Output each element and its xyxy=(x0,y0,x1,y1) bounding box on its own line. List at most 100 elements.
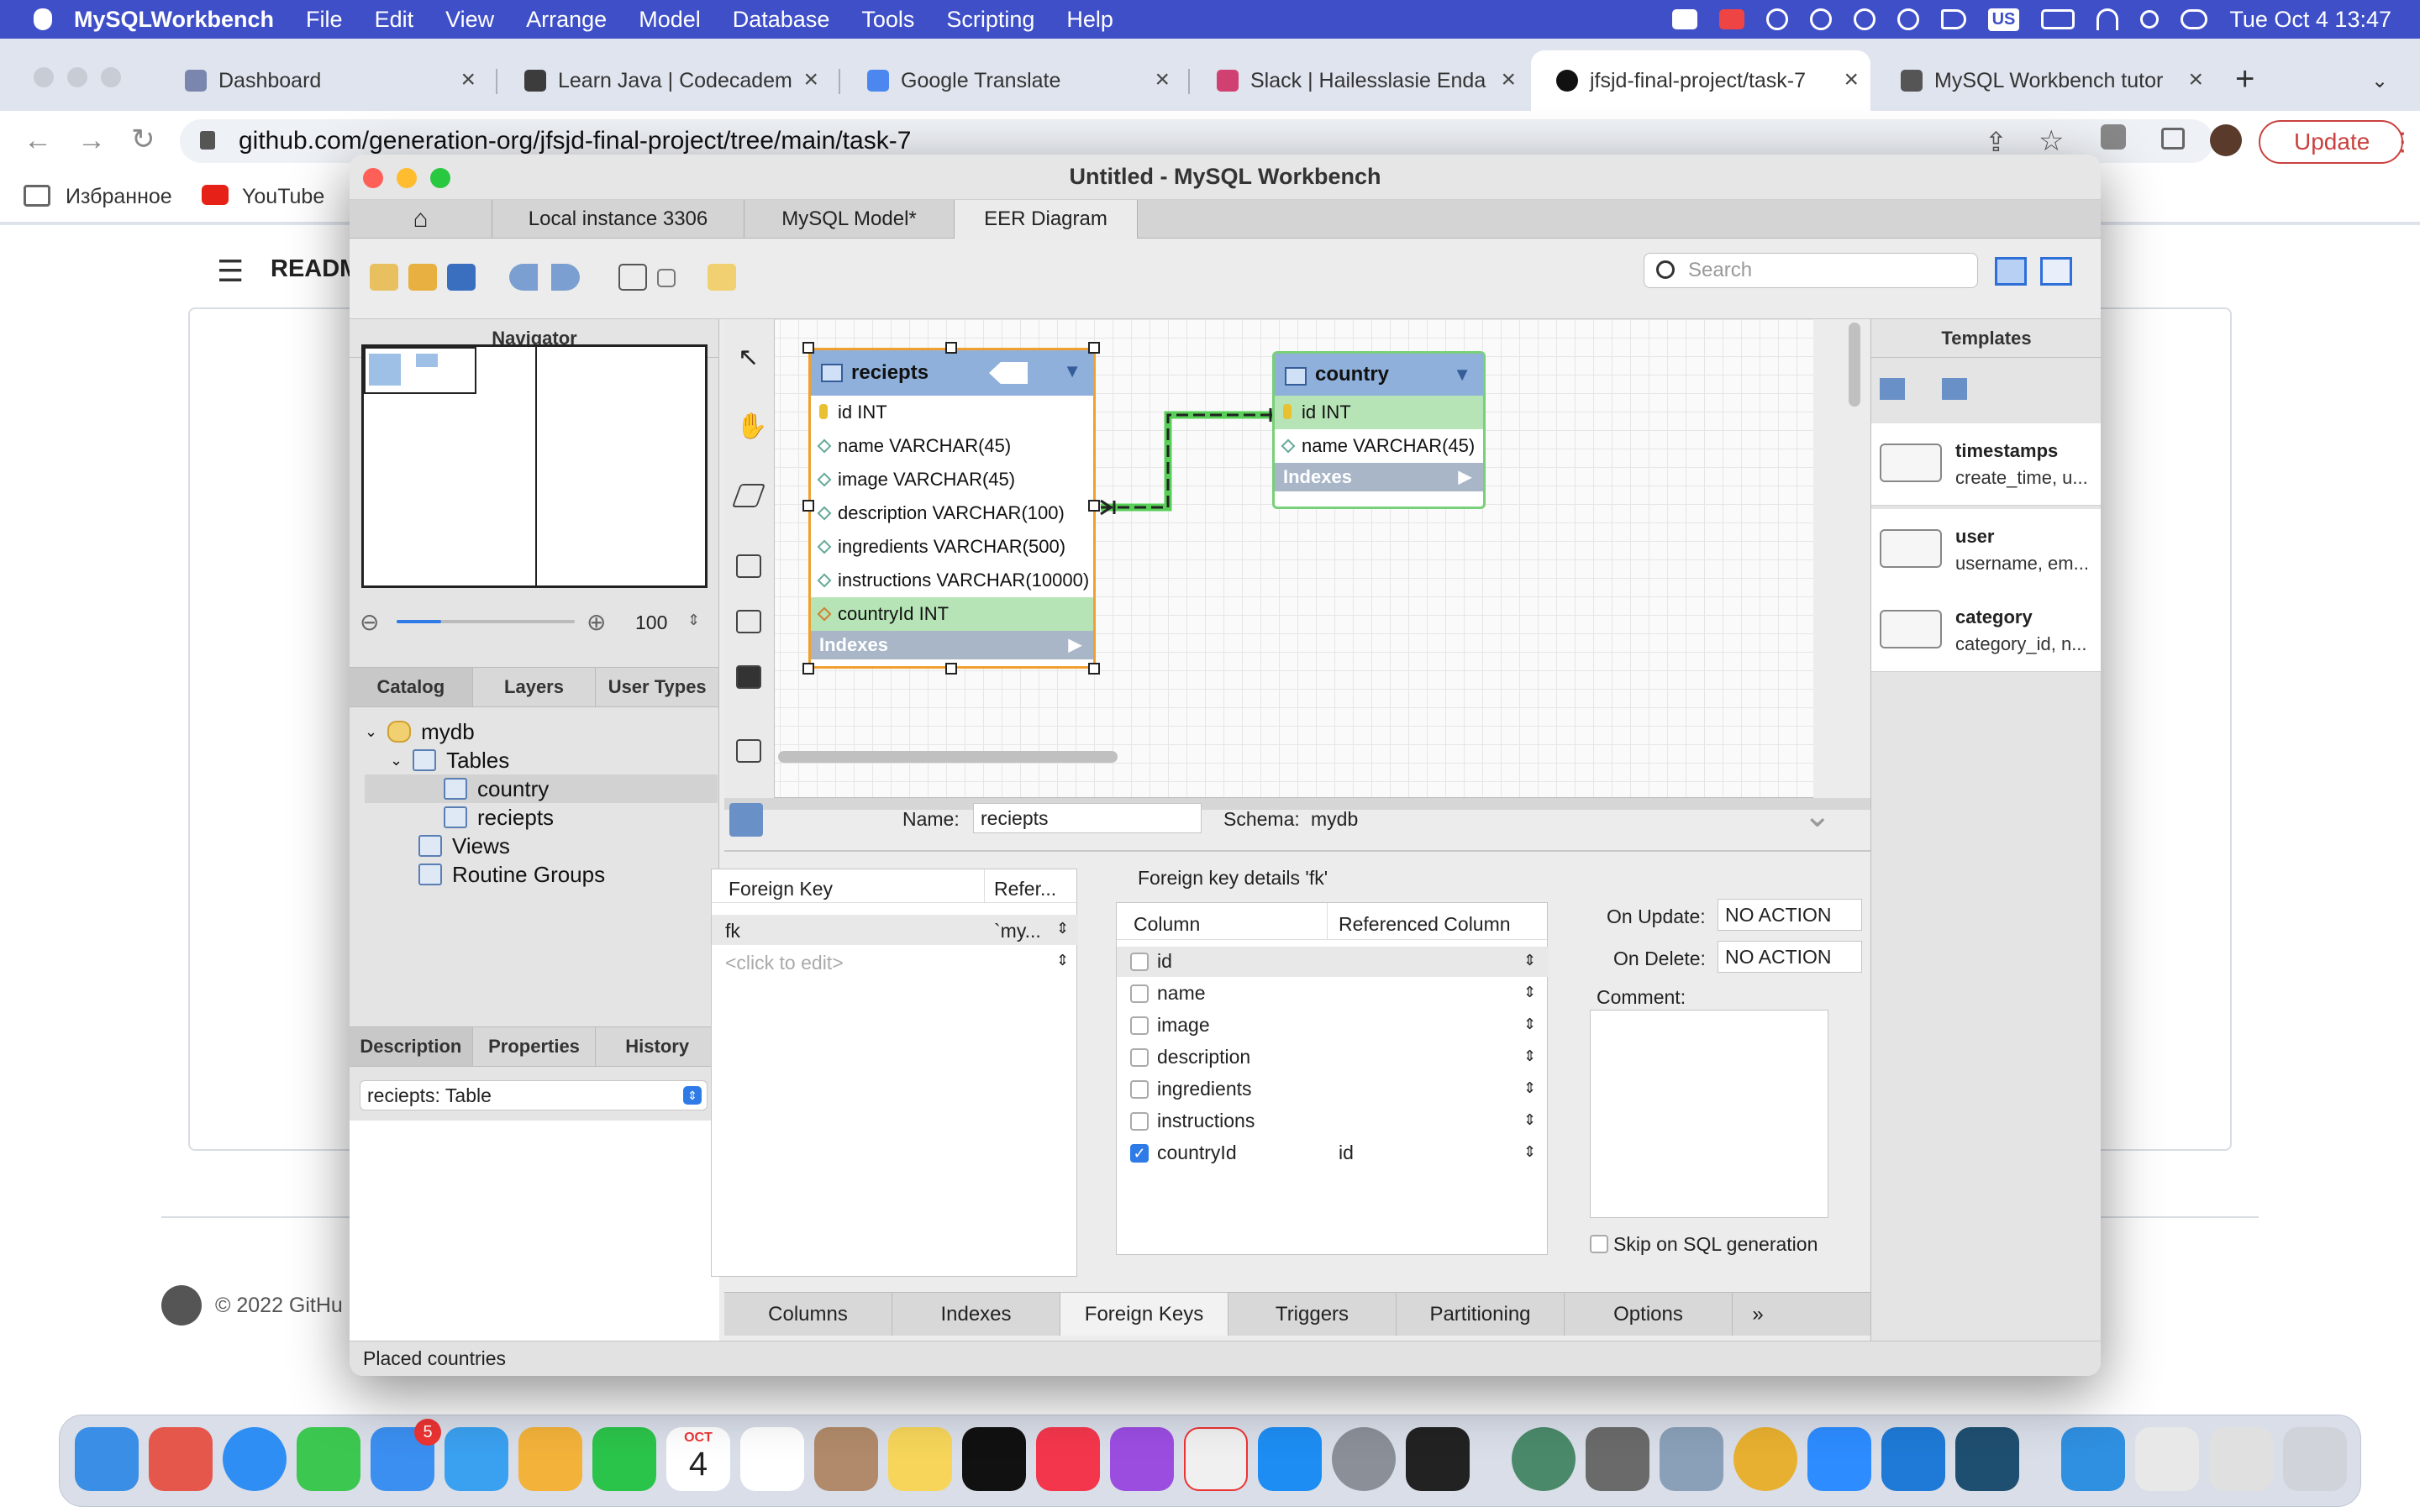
extensions-icon[interactable] xyxy=(2101,124,2126,150)
ref-stepper-icon[interactable]: ⇕ xyxy=(1523,1047,1536,1065)
on-update-select[interactable]: NO ACTION xyxy=(1718,899,1862,931)
mapping-row[interactable]: ✓ countryId id ⇕ xyxy=(1117,1138,1549,1168)
template-user[interactable]: user username, em... xyxy=(1871,509,2101,591)
fk-row-name[interactable]: fk xyxy=(725,920,740,942)
undo-icon[interactable] xyxy=(509,264,538,291)
column-row[interactable]: name VARCHAR(45) xyxy=(1275,429,1483,463)
music-icon[interactable] xyxy=(1036,1427,1100,1491)
apple-tv-icon[interactable] xyxy=(962,1427,1026,1491)
fk-column-mapping[interactable]: Column Referenced Column id ⇕ name ⇕ image ⇕ d… xyxy=(1116,902,1549,1255)
template-category[interactable]: category category_id, n... xyxy=(1871,590,2101,672)
column-checkbox[interactable] xyxy=(1130,1080,1149,1099)
photos-icon[interactable] xyxy=(518,1427,582,1491)
eraser-tool-icon[interactable] xyxy=(731,484,766,507)
tree-node-tables[interactable]: ⌄ Tables xyxy=(390,746,509,774)
fk-row-ref[interactable]: `my... xyxy=(994,920,1041,942)
collapse-editor-icon[interactable]: ⌄ xyxy=(1803,796,1832,835)
menu-edit[interactable]: Edit xyxy=(375,7,414,33)
news-icon[interactable] xyxy=(1184,1427,1248,1491)
tab-options[interactable]: Options xyxy=(1565,1293,1733,1336)
ref-stepper-icon[interactable]: ⇕ xyxy=(1523,984,1536,1001)
tab-partitioning[interactable]: Partitioning xyxy=(1397,1293,1565,1336)
mapping-refcol-header[interactable]: Referenced Column xyxy=(1339,913,1511,936)
tab-search-chevron-icon[interactable]: ⌄ xyxy=(2371,69,2388,93)
menu-view[interactable]: View xyxy=(445,7,494,33)
template-timestamps[interactable]: timestamps create_time, u... xyxy=(1871,423,2101,506)
note-tool-icon[interactable] xyxy=(736,610,761,633)
expand-triangle-icon[interactable]: ▶ xyxy=(1459,466,1471,487)
fk-new-stepper-icon[interactable]: ⇕ xyxy=(1056,952,1069,969)
browser-tab-codecademy[interactable]: Learn Java | Codecadem × xyxy=(499,50,830,111)
tab-user-types[interactable]: User Types xyxy=(596,668,720,706)
zoom-window-button[interactable] xyxy=(430,168,450,188)
mapping-referenced-column[interactable]: id xyxy=(1339,1142,1354,1164)
mapping-row[interactable]: instructions ⇕ xyxy=(1117,1106,1549,1137)
column-row[interactable]: id INT xyxy=(811,396,1093,429)
messages-icon[interactable] xyxy=(297,1427,360,1491)
html5-status-icon[interactable] xyxy=(1718,9,1744,29)
mysql-workbench-dock-icon[interactable] xyxy=(1955,1427,2019,1491)
template-apply-icon[interactable] xyxy=(1880,378,1905,400)
new-model-icon[interactable] xyxy=(370,264,398,291)
trash-icon[interactable] xyxy=(2283,1427,2347,1491)
collapse-triangle-icon[interactable]: ▼ xyxy=(1453,364,1471,386)
minimize-window-button[interactable] xyxy=(397,168,417,188)
column-row[interactable]: id INT xyxy=(1275,396,1483,429)
new-tab-icon[interactable]: + xyxy=(2235,60,2254,98)
search-field[interactable]: Search xyxy=(1644,253,1978,288)
mapping-column-header[interactable]: Column xyxy=(1134,913,1200,936)
downloads-folder-icon[interactable] xyxy=(2061,1427,2125,1491)
sidebar-toggle-icon[interactable] xyxy=(2161,128,2185,150)
ref-stepper-icon[interactable]: ⇕ xyxy=(1523,1111,1536,1129)
menu-file[interactable]: File xyxy=(306,7,343,33)
mapping-row[interactable]: name ⇕ xyxy=(1117,979,1549,1009)
redo-icon[interactable] xyxy=(551,264,580,291)
browser-zoom-light[interactable] xyxy=(101,67,121,87)
tab-foreign-keys[interactable]: Foreign Keys xyxy=(1060,1293,1228,1336)
ref-stepper-icon[interactable]: ⇕ xyxy=(1523,1016,1536,1033)
browser-tab-slack[interactable]: Slack | Hailesslasie Enda × xyxy=(1192,50,1528,111)
relationship-connector[interactable] xyxy=(1089,407,1291,524)
battery-icon[interactable] xyxy=(2041,9,2075,29)
on-delete-select[interactable]: NO ACTION xyxy=(1718,941,1862,973)
creative-cloud-icon[interactable] xyxy=(1809,8,1832,30)
network-globe-icon[interactable] xyxy=(1512,1427,1576,1491)
fk-column-header[interactable]: Foreign Key xyxy=(729,878,833,900)
back-arrow-icon[interactable]: ← xyxy=(24,124,52,157)
mapping-row[interactable]: ingredients ⇕ xyxy=(1117,1074,1549,1105)
eer-table-country[interactable]: country ▼ id INT name VARCHAR(45) Indexes… xyxy=(1272,351,1486,509)
browser-minimize-light[interactable] xyxy=(67,67,87,87)
zoom-value[interactable]: 100 xyxy=(635,612,667,634)
bookmark-youtube[interactable]: YouTube xyxy=(242,185,324,209)
resize-handle[interactable] xyxy=(1088,342,1100,354)
tab-history[interactable]: History xyxy=(596,1027,720,1066)
column-row[interactable]: image VARCHAR(45) xyxy=(811,463,1093,496)
column-checkbox[interactable] xyxy=(1130,984,1149,1003)
profile-avatar[interactable] xyxy=(2210,124,2242,156)
more-tabs-icon[interactable]: » xyxy=(1733,1293,1783,1336)
save-model-icon[interactable] xyxy=(447,264,476,291)
zoom-in-icon[interactable]: ⊕ xyxy=(587,608,606,636)
disclosure-open-icon[interactable]: ⌄ xyxy=(365,723,377,741)
menubar-clock[interactable]: Tue Oct 4 13:47 xyxy=(2229,7,2391,33)
facetime-icon[interactable] xyxy=(592,1427,656,1491)
close-tab-icon[interactable]: × xyxy=(460,66,476,94)
zoom-out-icon[interactable]: ⊖ xyxy=(360,608,379,636)
table-name-input[interactable]: reciepts xyxy=(973,803,1202,833)
calendar-icon[interactable]: OCT 4 xyxy=(666,1427,730,1491)
browser-tab-google-translate[interactable]: Google Translate × xyxy=(842,50,1181,111)
zoom-app-icon[interactable] xyxy=(1807,1427,1871,1491)
column-row-fk[interactable]: countryId INT xyxy=(811,597,1093,631)
safari-icon[interactable] xyxy=(223,1427,287,1491)
tab-description[interactable]: Description xyxy=(350,1027,473,1066)
column-checkbox[interactable] xyxy=(1130,1048,1149,1067)
navigator-minimap[interactable] xyxy=(361,344,708,588)
toggle-right-sidebar-icon[interactable] xyxy=(2040,257,2072,286)
recent-document-icon[interactable] xyxy=(2209,1427,2273,1491)
fk-ref-stepper-icon[interactable]: ⇕ xyxy=(1056,920,1069,937)
browser-close-light[interactable] xyxy=(34,67,54,87)
open-model-icon[interactable] xyxy=(408,264,437,291)
tree-node-country[interactable]: country xyxy=(365,774,718,803)
close-tab-icon[interactable]: × xyxy=(2188,66,2203,94)
menu-help[interactable]: Help xyxy=(1066,7,1113,33)
